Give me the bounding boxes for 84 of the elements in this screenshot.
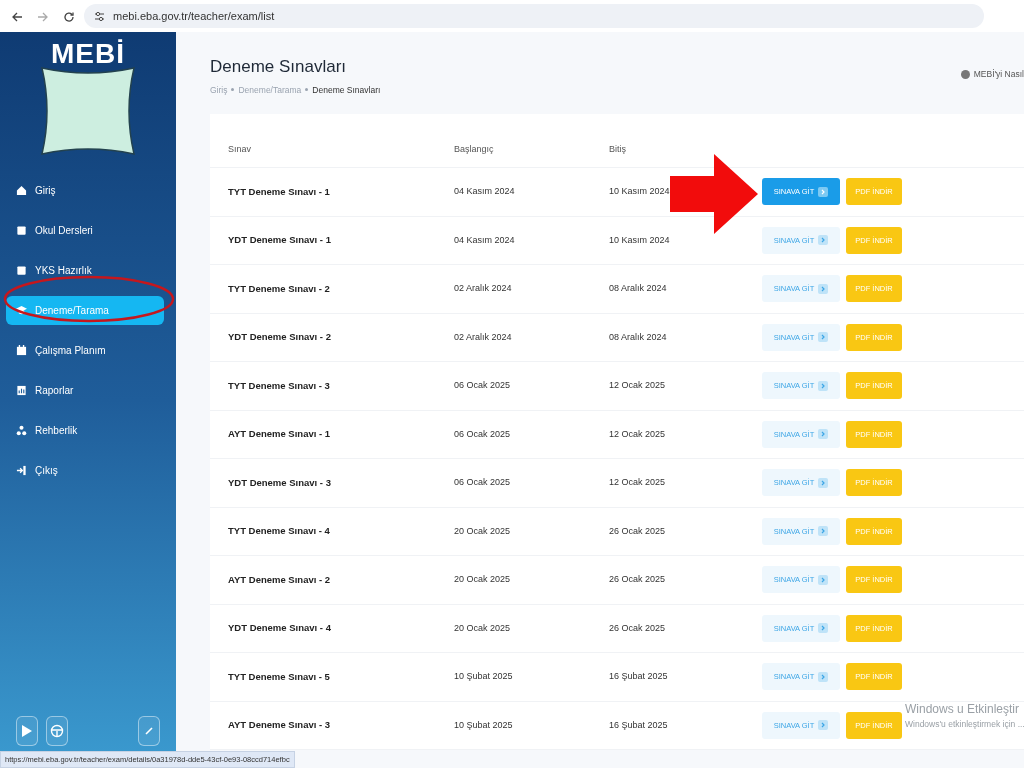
exit-icon — [16, 465, 27, 476]
exam-name: YDT Deneme Sınavı - 2 — [228, 330, 332, 345]
sidebar-item[interactable]: Giriş — [6, 176, 164, 205]
activation-text: Windows'u etkinleştirmek için ... — [905, 718, 1024, 731]
sidebar-item[interactable]: Raporlar — [6, 376, 164, 405]
exam-name: AYT Deneme Sınavı - 2 — [228, 572, 332, 587]
end-date: 16 Şubat 2025 — [609, 718, 669, 732]
column-header: Başlangıç — [454, 142, 495, 156]
separator-dot-icon — [305, 88, 309, 92]
start-date: 04 Kasım 2024 — [454, 233, 516, 247]
exam-name: TYT Deneme Sınavı - 5 — [228, 669, 331, 684]
url-text: mebi.eba.gov.tr/teacher/exam/list — [113, 8, 275, 24]
address-bar[interactable]: mebi.eba.gov.tr/teacher/exam/list — [84, 4, 984, 28]
logo-text: MEBİ — [51, 40, 125, 68]
start-date: 20 Ocak 2025 — [454, 621, 512, 635]
end-date: 10 Kasım 2024 — [609, 233, 671, 247]
start-date: 04 Kasım 2024 — [454, 185, 516, 198]
chevron-icon — [818, 574, 829, 585]
activation-title: Windows u Etkinleştir — [905, 701, 1021, 718]
book-icon — [16, 265, 27, 276]
exam-name: YDT Deneme Sınavı - 1 — [228, 233, 332, 248]
end-date: 10 Kasım 2024 — [609, 185, 671, 198]
help-link[interactable]: MEBİ'yi Nasıl — [973, 68, 1024, 81]
exam-name: AYT Deneme Sınavı - 1 — [228, 427, 332, 442]
chevron-icon — [818, 235, 829, 246]
end-date: 26 Ocak 2025 — [609, 524, 667, 538]
start-date: 06 Ocak 2025 — [454, 427, 512, 441]
chevron-icon — [818, 283, 829, 294]
calendar-icon — [16, 345, 27, 356]
book-icon — [16, 225, 27, 236]
start-date: 06 Ocak 2025 — [454, 476, 512, 489]
exam-name: TYT Deneme Sınavı - 1 — [228, 184, 331, 199]
start-date: 02 Aralık 2024 — [454, 282, 513, 295]
end-date: 08 Aralık 2024 — [609, 330, 668, 344]
breadcrumb-item: Deneme Sınavları — [312, 83, 381, 97]
column-header: Sınav — [228, 142, 252, 156]
end-date: 12 Ocak 2025 — [609, 379, 667, 392]
end-date: 16 Şubat 2025 — [609, 670, 669, 683]
exam-name: YDT Deneme Sınavı - 3 — [228, 475, 332, 490]
site-settings-icon[interactable] — [94, 10, 105, 22]
chevron-icon — [818, 477, 829, 488]
separator-dot-icon — [231, 88, 235, 92]
chevron-icon — [818, 526, 829, 537]
sidebar-item[interactable]: Okul Dersleri — [6, 216, 164, 245]
start-date: 02 Aralık 2024 — [454, 330, 513, 344]
end-date: 12 Ocak 2025 — [609, 476, 667, 489]
home-icon — [16, 185, 27, 196]
page-title: Deneme Sınavları — [210, 56, 347, 78]
breadcrumb-item[interactable]: Giriş — [210, 83, 228, 97]
exam-name: AYT Deneme Sınavı - 3 — [228, 718, 332, 733]
sidebar-item[interactable]: Rehberlik — [6, 416, 164, 445]
help-icon — [960, 69, 970, 79]
chevron-icon — [818, 623, 829, 634]
chart-icon — [16, 385, 27, 396]
chevron-icon — [818, 332, 829, 343]
end-date: 26 Ocak 2025 — [609, 621, 667, 635]
exam-name: YDT Deneme Sınavı - 4 — [228, 621, 332, 636]
chevron-icon — [818, 429, 829, 440]
start-date: 20 Ocak 2025 — [454, 524, 512, 538]
expand-icon[interactable] — [138, 716, 160, 746]
start-date: 06 Ocak 2025 — [454, 379, 512, 392]
exam-name: TYT Deneme Sınavı - 3 — [228, 378, 331, 393]
sidebar-item[interactable]: YKS Hazırlık — [6, 256, 164, 285]
play-store-icon[interactable] — [16, 716, 38, 746]
sidebar-item[interactable]: Deneme/Tarama — [6, 296, 164, 325]
breadcrumb-item[interactable]: Deneme/Tarama — [238, 83, 302, 97]
column-header: Bitiş — [609, 142, 627, 156]
sidebar-item[interactable]: Çalışma Planım — [6, 336, 164, 365]
end-date: 12 Ocak 2025 — [609, 427, 667, 441]
end-date: 08 Aralık 2024 — [609, 282, 668, 295]
exam-name: TYT Deneme Sınavı - 4 — [228, 524, 331, 539]
exam-name: TYT Deneme Sınavı - 2 — [228, 281, 331, 296]
steering-wheel-icon[interactable] — [46, 716, 68, 746]
chevron-icon — [818, 720, 829, 731]
graduation-cap-icon — [16, 305, 27, 316]
chevron-icon — [818, 671, 829, 682]
start-date: 10 Şubat 2025 — [454, 718, 514, 732]
start-date: 20 Ocak 2025 — [454, 573, 512, 586]
end-date: 26 Ocak 2025 — [609, 573, 667, 586]
people-icon — [16, 425, 27, 436]
start-date: 10 Şubat 2025 — [454, 670, 514, 683]
chevron-icon — [818, 186, 829, 197]
chevron-icon — [818, 380, 829, 391]
sidebar-item[interactable]: Çıkış — [6, 456, 164, 485]
